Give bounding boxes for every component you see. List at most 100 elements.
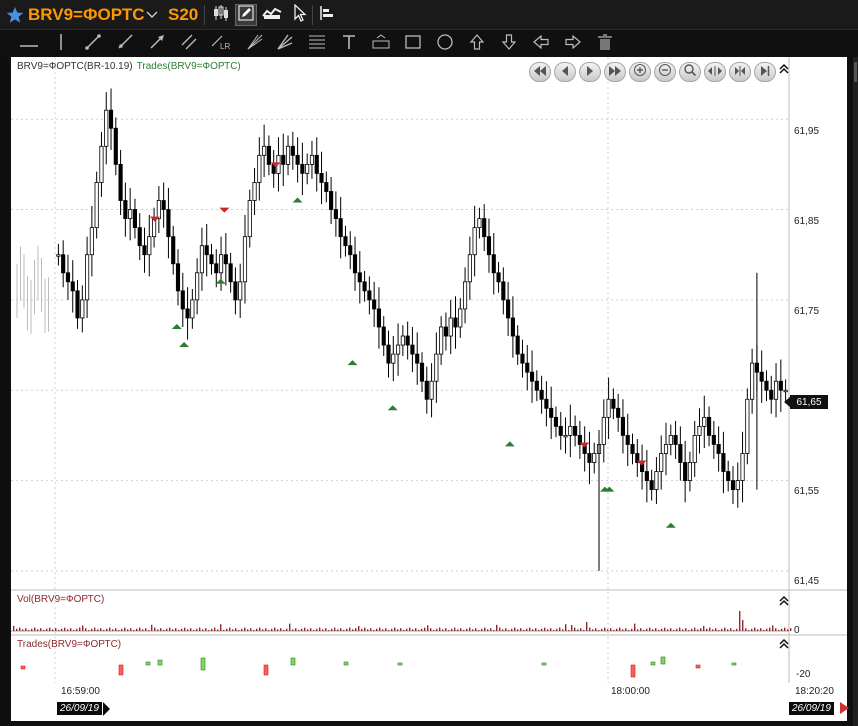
ellipse-tool[interactable]: [434, 33, 456, 54]
candle-body: [506, 299, 511, 319]
buy-trade-marker: [215, 278, 226, 284]
trades-axis-label: -20: [796, 669, 811, 680]
segment-tool[interactable]: [82, 33, 104, 54]
candle-body: [56, 254, 61, 257]
candle-body: [223, 254, 228, 265]
volume-bar: [184, 627, 186, 631]
volume-bar: [775, 628, 777, 631]
timeframe-selector[interactable]: S20: [168, 4, 198, 26]
collapse-main-pane-button[interactable]: [778, 63, 790, 75]
candle-body: [563, 435, 568, 438]
volume-bar: [421, 628, 423, 631]
candle-body: [515, 335, 520, 355]
instrument-title[interactable]: BRV9=ФОРТС: [28, 4, 144, 26]
collapse-volume-pane-button[interactable]: [778, 595, 790, 607]
parallel-lines-tool[interactable]: [178, 34, 200, 54]
buy-trade-marker: [292, 197, 303, 203]
indicators-button[interactable]: [316, 4, 338, 26]
favorite-star-icon[interactable]: [5, 5, 25, 25]
volume-bar: [649, 627, 651, 631]
scrollbar-thumb[interactable]: [854, 62, 857, 82]
candle-body: [281, 154, 286, 165]
text-tool[interactable]: [338, 34, 360, 54]
volume-bar: [301, 628, 303, 631]
volume-bar: [589, 627, 591, 631]
right-scrollbar[interactable]: [853, 57, 858, 726]
compress-horizontal-button[interactable]: [729, 62, 751, 82]
price-label-tool[interactable]: [370, 33, 392, 55]
volume-bar: [505, 628, 507, 631]
time-axis[interactable]: [11, 683, 847, 721]
arrow-down-tool[interactable]: [498, 33, 520, 54]
candle-body: [175, 263, 181, 292]
pitchfork-tool[interactable]: [274, 34, 296, 54]
cursor-button[interactable]: [289, 2, 311, 26]
candle-body: [520, 353, 525, 364]
arrow-line-tool[interactable]: [146, 34, 168, 54]
chevron-down-icon[interactable]: [145, 7, 159, 23]
volume-bar: [40, 628, 42, 631]
scroll-left-button[interactable]: [554, 62, 576, 82]
candle-body: [108, 109, 114, 129]
candle-body: [453, 317, 458, 328]
sell-trade-marker: [219, 207, 230, 213]
candle-body: [199, 245, 204, 274]
sell-trade-marker: [579, 442, 590, 448]
buy-volume-mark: [343, 661, 349, 666]
buy-volume-mark: [157, 659, 163, 666]
arrow-left-tool[interactable]: [530, 34, 552, 54]
chart-panel[interactable]: [11, 57, 847, 683]
delete-drawings-tool[interactable]: [594, 33, 616, 54]
scroll-right-button[interactable]: [579, 62, 601, 82]
text-icon: [342, 34, 356, 55]
fibonacci-tool[interactable]: [306, 34, 328, 54]
compare-button[interactable]: [261, 4, 283, 26]
scroll-start-button[interactable]: [529, 62, 551, 82]
scroll-to-end-arrow-icon[interactable]: [840, 702, 849, 714]
volume-bar: [139, 627, 141, 631]
candle-body: [668, 435, 673, 445]
linear-regression-tool[interactable]: LR: [210, 34, 232, 54]
arrow-up-icon: [469, 33, 485, 55]
volume-bar: [214, 627, 216, 631]
magnifier-icon: [684, 63, 697, 81]
volume-bar: [250, 628, 252, 631]
zoom-fit-button[interactable]: [679, 62, 701, 82]
expand-horizontal-button[interactable]: [704, 62, 726, 82]
zoom-in-button[interactable]: [629, 62, 651, 82]
arrow-up-tool[interactable]: [466, 33, 488, 55]
candle-body: [89, 227, 94, 256]
edit-mode-button[interactable]: [235, 4, 257, 26]
candle-body: [228, 263, 233, 283]
candle-body: [209, 254, 214, 265]
volume-bar: [484, 627, 486, 631]
scroll-end-button[interactable]: [604, 62, 626, 82]
title-bar: BRV9=ФОРТС S20: [0, 0, 858, 30]
arrow-right-tool[interactable]: [562, 34, 584, 54]
candle-body: [180, 290, 185, 310]
volume-bar: [394, 627, 396, 631]
go-to-last-button[interactable]: [754, 62, 776, 82]
volume-bar: [427, 625, 429, 631]
candle-body: [692, 435, 697, 463]
fan-tool[interactable]: [244, 34, 266, 54]
volume-bar: [475, 628, 477, 631]
rectangle-tool[interactable]: [402, 34, 424, 54]
candle-body: [534, 380, 539, 391]
ray-tool[interactable]: [114, 33, 136, 54]
vertical-line-tool[interactable]: [50, 33, 72, 54]
price-chart[interactable]: [11, 57, 847, 683]
volume-bar: [295, 628, 297, 631]
price-label-icon: [372, 33, 390, 55]
volume-bar: [619, 627, 621, 631]
candle-body: [333, 209, 338, 219]
volume-bar: [289, 623, 291, 631]
candle-body: [94, 182, 99, 229]
plus-icon: [634, 63, 646, 81]
horizontal-line-tool[interactable]: [18, 34, 40, 54]
collapse-trades-pane-button[interactable]: [778, 638, 790, 650]
zoom-out-button[interactable]: [654, 62, 676, 82]
candle-body: [462, 281, 468, 310]
candle-body: [568, 425, 573, 436]
chart-type-button[interactable]: [210, 4, 232, 26]
